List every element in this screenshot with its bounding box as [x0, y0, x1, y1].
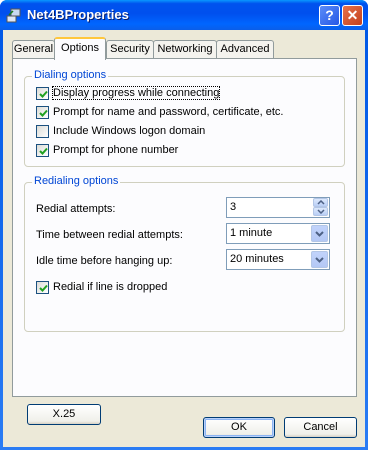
redialing-options-group: Redialing options Redial attempts: 3 Tim…: [24, 175, 345, 332]
display-progress-label: Display progress while connecting: [51, 86, 221, 100]
help-button[interactable]: ?: [319, 5, 340, 26]
x25-button[interactable]: X.25: [27, 404, 101, 425]
dialog-window: Net4BProperties ? ✕ General Options Secu…: [0, 0, 368, 450]
checkbox-box[interactable]: [36, 144, 49, 157]
dialing-options-group: Dialing options Display progress while c…: [24, 69, 345, 167]
prompt-name-password-label: Prompt for name and password, certificat…: [53, 106, 284, 118]
tab-networking[interactable]: Networking: [153, 40, 217, 59]
tab-advanced[interactable]: Advanced: [216, 40, 274, 59]
checkbox-box[interactable]: [36, 281, 49, 294]
idle-time-select[interactable]: 20 minutes: [226, 249, 330, 270]
title-bar[interactable]: Net4BProperties ? ✕: [0, 0, 368, 30]
idle-time-label: Idle time before hanging up:: [36, 255, 173, 267]
redial-if-dropped-label: Redial if line is dropped: [53, 281, 168, 293]
redial-attempts-spinner[interactable]: 3: [226, 197, 330, 218]
checkbox-box[interactable]: [36, 125, 49, 138]
tab-options[interactable]: Options: [54, 37, 106, 60]
prompt-phone-number-label: Prompt for phone number: [53, 144, 179, 156]
ok-button[interactable]: OK: [203, 417, 275, 438]
spin-up-button[interactable]: [313, 198, 328, 207]
cancel-button[interactable]: Cancel: [284, 417, 357, 438]
dialog-client: General Options Security Networking Adva…: [3, 30, 365, 447]
include-logon-domain-label: Include Windows logon domain: [53, 125, 206, 137]
chevron-up-icon: [317, 200, 325, 205]
options-panel: Dialing options Display progress while c…: [12, 58, 357, 425]
time-between-redial-value: 1 minute: [230, 227, 273, 239]
redial-attempts-label: Redial attempts:: [36, 203, 116, 215]
dropdown-button[interactable]: [311, 251, 328, 268]
checkbox-box[interactable]: [36, 87, 49, 100]
dialing-options-title: Dialing options: [32, 69, 109, 81]
check-icon: [39, 147, 48, 155]
redialing-options-title: Redialing options: [32, 175, 121, 187]
time-between-redial-label: Time between redial attempts:: [36, 229, 183, 241]
idle-time-value: 20 minutes: [230, 253, 284, 265]
check-icon: [39, 90, 48, 98]
check-icon: [39, 109, 48, 117]
dropdown-button[interactable]: [311, 225, 328, 242]
time-between-redial-select[interactable]: 1 minute: [226, 223, 330, 244]
redial-attempts-value[interactable]: 3: [230, 201, 236, 213]
window-title: Net4BProperties: [27, 7, 129, 22]
chevron-down-icon: [315, 257, 324, 263]
spin-down-button[interactable]: [313, 207, 328, 216]
chevron-down-icon: [317, 209, 325, 214]
tab-general[interactable]: General: [12, 40, 55, 59]
network-connection-icon: [6, 8, 21, 23]
tab-security[interactable]: Security: [106, 40, 154, 59]
check-icon: [39, 284, 48, 292]
checkbox-box[interactable]: [36, 106, 49, 119]
close-button[interactable]: ✕: [342, 5, 363, 26]
chevron-down-icon: [315, 231, 324, 237]
